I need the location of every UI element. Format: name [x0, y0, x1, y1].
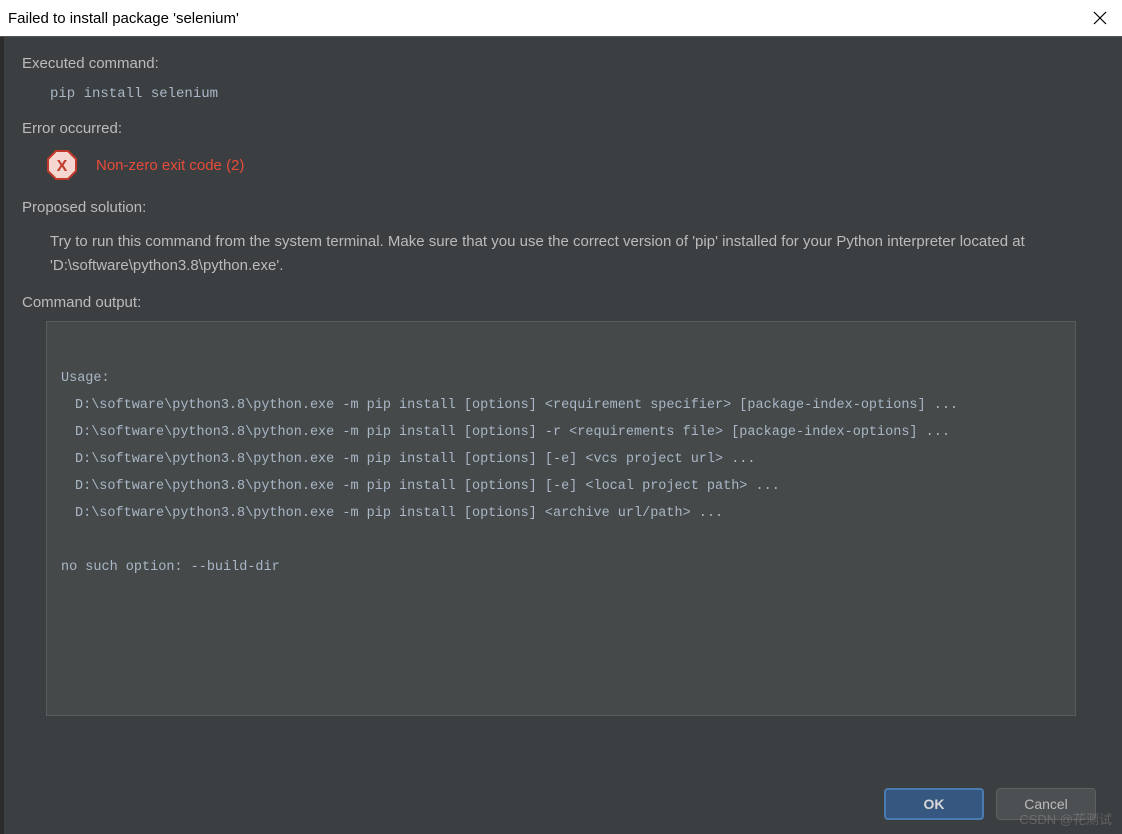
close-button[interactable]	[1090, 8, 1110, 28]
svg-text:X: X	[57, 158, 68, 175]
output-usage-line: D:\software\python3.8\python.exe -m pip …	[61, 419, 1061, 446]
close-icon	[1093, 11, 1107, 25]
executed-command-label: Executed command:	[22, 55, 1100, 72]
cancel-button[interactable]: Cancel	[996, 788, 1096, 820]
output-usage-header: Usage:	[61, 365, 1061, 392]
button-row: OK Cancel	[884, 788, 1096, 820]
ok-button[interactable]: OK	[884, 788, 984, 820]
error-row: X Non-zero exit code (2)	[22, 147, 1100, 199]
error-label: Error occurred:	[22, 120, 1100, 137]
output-usage-line: D:\software\python3.8\python.exe -m pip …	[61, 392, 1061, 419]
error-icon: X	[46, 149, 78, 181]
output-error-line: no such option: --build-dir	[61, 554, 1061, 581]
output-usage-line: D:\software\python3.8\python.exe -m pip …	[61, 446, 1061, 473]
executed-command-text: pip install selenium	[22, 82, 1100, 120]
output-blank	[61, 338, 1061, 365]
command-output-box[interactable]: Usage:D:\software\python3.8\python.exe -…	[46, 321, 1076, 716]
solution-text: Try to run this command from the system …	[22, 226, 1100, 294]
output-blank	[61, 527, 1061, 554]
output-usage-line: D:\software\python3.8\python.exe -m pip …	[61, 500, 1061, 527]
output-label: Command output:	[22, 294, 1100, 311]
window-title: Failed to install package 'selenium'	[8, 10, 239, 27]
dialog-content: Executed command: pip install selenium E…	[0, 37, 1122, 716]
solution-label: Proposed solution:	[22, 199, 1100, 216]
output-usage-line: D:\software\python3.8\python.exe -m pip …	[61, 473, 1061, 500]
left-edge-decoration	[0, 37, 4, 834]
error-message: Non-zero exit code (2)	[96, 157, 244, 174]
titlebar: Failed to install package 'selenium'	[0, 0, 1122, 37]
